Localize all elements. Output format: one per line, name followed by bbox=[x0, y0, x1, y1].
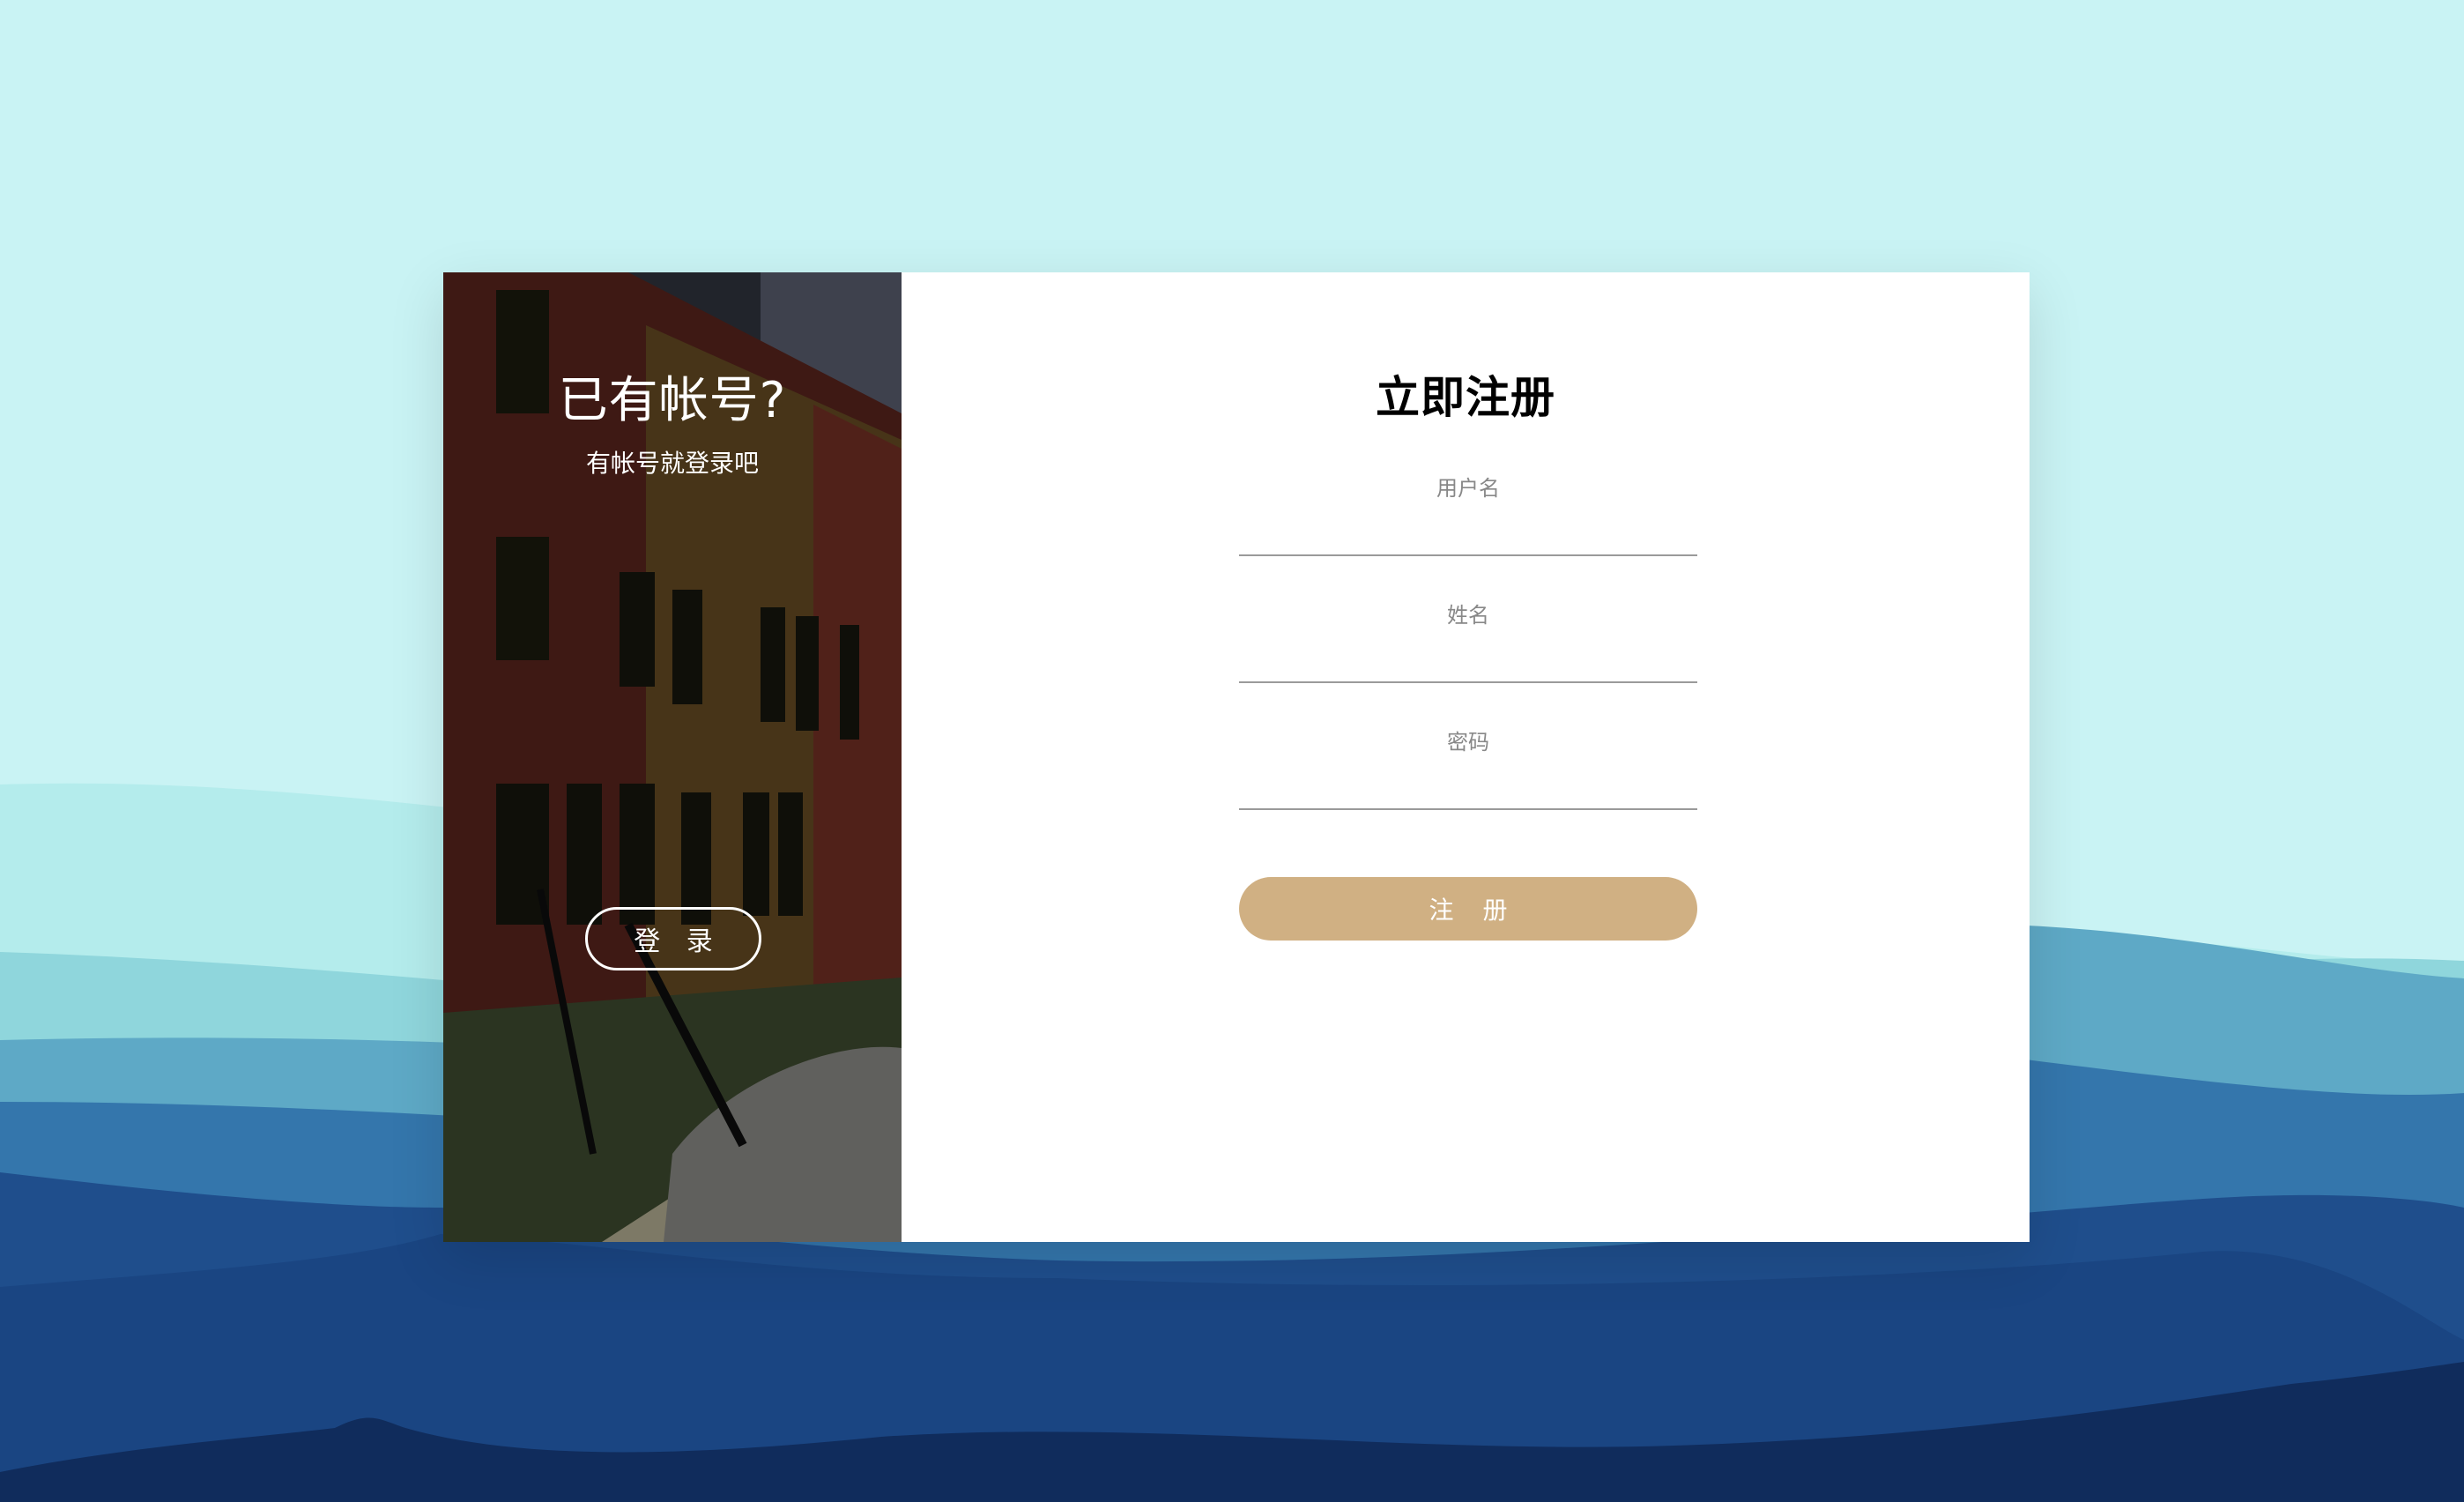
username-label: 用户名 bbox=[1436, 476, 1500, 501]
side-subtitle: 有帐号就登录吧 bbox=[585, 449, 759, 478]
login-prompt-panel: 已有帐号? 有帐号就登录吧 登 录 bbox=[443, 272, 902, 1242]
register-card: 已有帐号? 有帐号就登录吧 登 录 立即注册 用户名 姓名 密码 注 册 bbox=[443, 272, 2030, 1242]
login-button[interactable]: 登 录 bbox=[585, 907, 761, 970]
password-label: 密码 bbox=[1447, 730, 1489, 755]
username-input[interactable] bbox=[1239, 509, 1697, 556]
form-title: 立即注册 bbox=[1376, 372, 1555, 423]
name-input[interactable] bbox=[1239, 636, 1697, 683]
register-button[interactable]: 注 册 bbox=[1239, 877, 1697, 941]
username-field: 用户名 bbox=[1239, 471, 1697, 556]
name-label: 姓名 bbox=[1447, 603, 1489, 628]
register-form: 立即注册 用户名 姓名 密码 注 册 bbox=[902, 272, 2030, 1242]
password-input[interactable] bbox=[1239, 762, 1697, 810]
side-title: 已有帐号? bbox=[558, 372, 787, 429]
name-field: 姓名 bbox=[1239, 598, 1697, 683]
password-field: 密码 bbox=[1239, 725, 1697, 810]
